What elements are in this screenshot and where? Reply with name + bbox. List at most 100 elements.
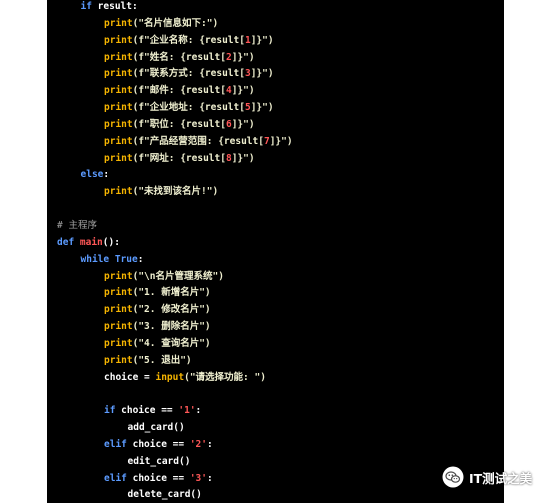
code-token: ("1. 新增名片") <box>132 287 211 299</box>
code-token: (f"企业名称: {result[ <box>132 34 245 46</box>
code-token: (f"网址: {result[ <box>132 152 226 164</box>
code-token: print <box>104 354 133 366</box>
code-line: print("2. 修改名片") <box>47 302 293 319</box>
code-token: print <box>104 102 133 114</box>
code-line: if result: <box>47 0 293 16</box>
code-line: print(f"网址: {result[8]}") <box>47 151 293 168</box>
code-block: if result: print("名片信息如下:") print(f"企业名称: … <box>47 0 504 503</box>
code-token: print <box>104 337 133 349</box>
code-line: print("名片信息如下:") <box>47 16 293 33</box>
code-line: elif choice == '3': <box>47 471 293 488</box>
code-token: ("2. 修改名片") <box>132 304 211 316</box>
code-token: else <box>80 169 104 181</box>
code-token: edit_card() <box>127 455 191 467</box>
code-token: ]}") <box>250 34 274 46</box>
code-line: edit_card() <box>47 454 293 471</box>
code-line: print("5. 退出") <box>47 353 293 370</box>
code-token: (f"产品经营范围: {result[ <box>132 135 264 147</box>
code-token: (): <box>102 236 120 248</box>
code-line: elif choice == '2': <box>47 437 293 454</box>
code-line: print(f"姓名: {result[2]}") <box>47 50 293 67</box>
code-token: : <box>206 438 213 450</box>
page: if result: print("名片信息如下:") print(f"企业名称: … <box>0 0 554 503</box>
code-token: add_card() <box>127 422 185 434</box>
code-token: while <box>80 253 115 265</box>
code-line: def main(): <box>47 235 293 252</box>
code-token: choice == <box>121 405 179 417</box>
code-line: while True: <box>47 252 293 269</box>
code-token: result: <box>97 1 138 12</box>
wechat-icon <box>442 466 464 488</box>
code-token: ]}") <box>231 85 255 97</box>
code-line: print(f"产品经营范围: {result[7]}") <box>47 134 293 151</box>
code-token: (f"姓名: {result[ <box>132 51 226 63</box>
code-token: '2' <box>189 438 207 450</box>
code-token: choice = <box>104 371 156 383</box>
code-token: ("未找到该名片!") <box>132 186 219 198</box>
code-token: def <box>57 236 80 248</box>
code-token: input <box>155 371 185 383</box>
code-token: : <box>206 472 213 484</box>
watermark: IT测试之美 <box>442 466 532 488</box>
code-token: : <box>137 253 144 265</box>
code-token: delete_card() <box>127 489 202 501</box>
code-line: if choice == '1': <box>47 403 293 420</box>
code-token: (f"邮件: {result[ <box>132 85 226 97</box>
code-token: if <box>104 405 122 417</box>
code-line: delete_card() <box>47 487 293 503</box>
code-token: print <box>104 186 133 198</box>
code-token: # 主程序 <box>57 219 97 231</box>
code-line: else: <box>47 167 293 184</box>
code-token: ("3. 删除名片") <box>132 321 211 333</box>
code-line: print("3. 删除名片") <box>47 319 293 336</box>
watermark-label: IT测试之美 <box>469 470 533 486</box>
code-token: elif <box>104 438 133 450</box>
code-token: main <box>79 236 103 248</box>
code-token: print <box>104 287 133 299</box>
code-token: print <box>104 152 133 164</box>
code-token: ]}") <box>231 51 255 63</box>
code-line: print(f"联系方式: {result[3]}") <box>47 66 293 83</box>
code-line: print("4. 查询名片") <box>47 336 293 353</box>
code-token: elif <box>104 472 133 484</box>
code-token: print <box>104 85 133 97</box>
code-line: print("1. 新增名片") <box>47 285 293 302</box>
code-token: print <box>104 321 133 333</box>
code-line: print("未找到该名片!") <box>47 184 293 201</box>
code-line: print(f"企业名称: {result[1]}") <box>47 33 293 50</box>
code-token: (f"职位: {result[ <box>132 118 226 130</box>
code-line: add_card() <box>47 420 293 437</box>
code-line: print("\n名片管理系统") <box>47 269 293 286</box>
code-token: ]}") <box>250 68 274 80</box>
code-token: print <box>104 51 133 63</box>
code-content: if result: print("名片信息如下:") print(f"企业名称: … <box>47 0 293 503</box>
code-line: print(f"职位: {result[6]}") <box>47 117 293 134</box>
code-line: choice = input("请选择功能: ") <box>47 370 293 387</box>
code-token: : <box>195 405 202 417</box>
code-token: print <box>104 68 133 80</box>
code-token: '1' <box>178 405 196 417</box>
code-token: choice == <box>132 438 190 450</box>
code-token: True <box>114 253 138 265</box>
code-token: ("4. 查询名片") <box>132 337 211 349</box>
code-token: ("\n名片管理系统") <box>132 270 224 282</box>
code-token: if <box>80 1 98 12</box>
code-line: # 主程序 <box>47 218 293 235</box>
code-token: print <box>104 118 133 130</box>
code-token: (f"企业地址: {result[ <box>132 102 245 114</box>
code-token: '3' <box>189 472 207 484</box>
code-token: (f"联系方式: {result[ <box>132 68 245 80</box>
code-line: print(f"邮件: {result[4]}") <box>47 83 293 100</box>
code-token: choice == <box>132 472 190 484</box>
code-token: ("请选择功能: ") <box>184 371 266 383</box>
code-token: print <box>104 304 133 316</box>
code-token: ]}") <box>250 102 274 114</box>
code-token: print <box>104 270 133 282</box>
code-token: ]}") <box>231 152 255 164</box>
code-line: print(f"企业地址: {result[5]}") <box>47 100 293 117</box>
code-token: ]}") <box>231 118 255 130</box>
code-token: ]}") <box>269 135 293 147</box>
code-token: ("5. 退出") <box>132 354 192 366</box>
